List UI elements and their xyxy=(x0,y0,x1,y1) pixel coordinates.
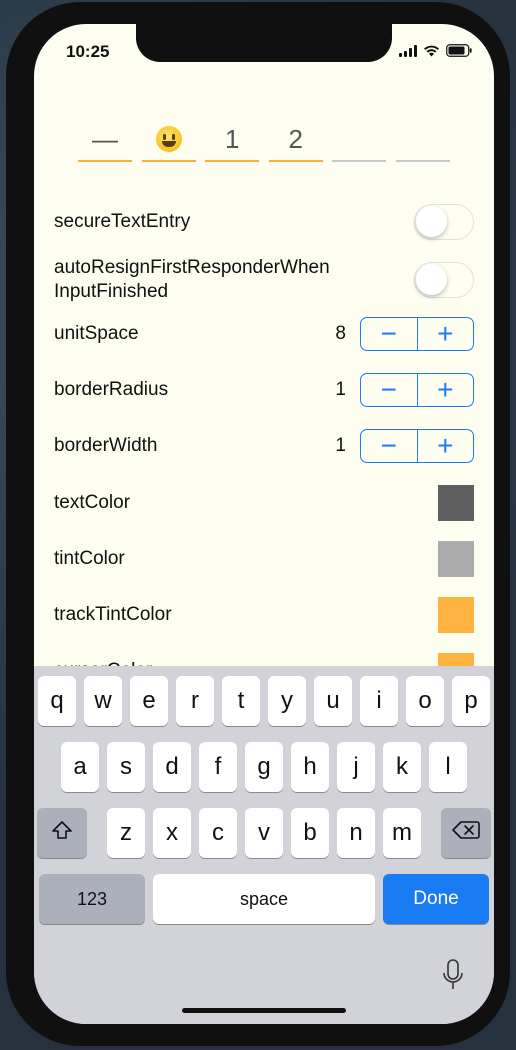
code-input[interactable]: — 1 2 xyxy=(78,116,450,162)
decrement-button[interactable]: − xyxy=(361,318,418,350)
border-radius-stepper: − + xyxy=(360,373,474,407)
key-t[interactable]: t xyxy=(222,676,260,726)
setting-tint-color: tintColor xyxy=(54,540,474,578)
unit-space-stepper: − + xyxy=(360,317,474,351)
key-f[interactable]: f xyxy=(199,742,237,792)
code-cell-1[interactable]: — xyxy=(78,116,132,162)
toggle-knob xyxy=(416,264,447,295)
setting-label: tintColor xyxy=(54,548,125,569)
keyboard-row-4: 123 space Done xyxy=(34,874,494,924)
phone-frame: 10:25 — 1 2 secureTextEntry autoResignFi… xyxy=(6,2,510,1046)
setting-track-tint-color: trackTintColor xyxy=(54,596,474,634)
battery-icon xyxy=(446,44,472,57)
code-cell-5[interactable] xyxy=(332,116,387,162)
key-w[interactable]: w xyxy=(84,676,122,726)
key-e[interactable]: e xyxy=(130,676,168,726)
delete-key[interactable] xyxy=(441,808,491,858)
setting-label: textColor xyxy=(54,492,131,513)
keyboard-row-3: z x c v b n m xyxy=(34,808,494,858)
status-time: 10:25 xyxy=(66,42,110,61)
tint-color-swatch[interactable] xyxy=(438,541,474,577)
shift-icon xyxy=(51,819,73,847)
key-o[interactable]: o xyxy=(406,676,444,726)
decrement-button[interactable]: − xyxy=(361,374,418,406)
key-m[interactable]: m xyxy=(383,808,421,858)
key-p[interactable]: p xyxy=(452,676,490,726)
code-cell-6[interactable] xyxy=(395,116,450,162)
grinning-face-emoji-icon xyxy=(155,126,182,152)
shift-key[interactable] xyxy=(37,808,87,858)
microphone-icon[interactable] xyxy=(442,958,464,997)
wifi-icon xyxy=(423,45,440,57)
setting-border-radius: borderRadius 1 − + xyxy=(54,372,474,408)
key-b[interactable]: b xyxy=(291,808,329,858)
key-l[interactable]: l xyxy=(429,742,467,792)
code-cell-4[interactable]: 2 xyxy=(268,116,323,162)
home-indicator xyxy=(182,1008,346,1013)
setting-label: borderWidth xyxy=(54,435,158,456)
increment-button[interactable]: + xyxy=(418,430,474,462)
unit-space-value: 8 xyxy=(335,323,346,344)
key-g[interactable]: g xyxy=(245,742,283,792)
setting-label: borderRadius xyxy=(54,379,169,400)
setting-border-width: borderWidth 1 − + xyxy=(54,428,474,464)
delete-icon xyxy=(452,819,480,847)
setting-label: unitSpace xyxy=(54,323,139,344)
app-screen: 10:25 — 1 2 secureTextEntry autoResignFi… xyxy=(34,24,494,1024)
signal-icon xyxy=(399,44,417,57)
notch xyxy=(136,24,392,62)
setting-label: secureTextEntry xyxy=(54,211,191,232)
decrement-button[interactable]: − xyxy=(361,430,418,462)
border-radius-value: 1 xyxy=(335,379,346,400)
track-tint-color-swatch[interactable] xyxy=(438,597,474,633)
key-z[interactable]: z xyxy=(107,808,145,858)
border-width-value: 1 xyxy=(335,435,346,456)
key-v[interactable]: v xyxy=(245,808,283,858)
key-s[interactable]: s xyxy=(107,742,145,792)
increment-button[interactable]: + xyxy=(418,318,474,350)
setting-text-color: textColor xyxy=(54,484,474,522)
setting-label: autoResignFirstResponderWhen InputFinish… xyxy=(54,257,330,302)
key-n[interactable]: n xyxy=(337,808,375,858)
key-y[interactable]: y xyxy=(268,676,306,726)
border-width-stepper: − + xyxy=(360,429,474,463)
text-color-swatch[interactable] xyxy=(438,485,474,521)
done-key[interactable]: Done xyxy=(383,874,489,924)
key-r[interactable]: r xyxy=(176,676,214,726)
key-h[interactable]: h xyxy=(291,742,329,792)
code-cell-3[interactable]: 1 xyxy=(205,116,260,162)
key-c[interactable]: c xyxy=(199,808,237,858)
key-i[interactable]: i xyxy=(360,676,398,726)
key-u[interactable]: u xyxy=(314,676,352,726)
increment-button[interactable]: + xyxy=(418,374,474,406)
key-d[interactable]: d xyxy=(153,742,191,792)
setting-auto-resign: autoResignFirstResponderWhen InputFinish… xyxy=(54,254,474,306)
setting-secure-text-entry: secureTextEntry xyxy=(54,202,474,242)
keyboard: q w e r t y u i o p a s d f g h j k l z … xyxy=(34,666,494,1024)
keyboard-row-1: q w e r t y u i o p xyxy=(34,676,494,726)
toggle-knob xyxy=(416,206,447,237)
setting-label: trackTintColor xyxy=(54,604,172,625)
setting-unit-space: unitSpace 8 − + xyxy=(54,316,474,352)
space-key[interactable]: space xyxy=(153,874,375,924)
key-x[interactable]: x xyxy=(153,808,191,858)
status-icons xyxy=(399,44,472,57)
key-k[interactable]: k xyxy=(383,742,421,792)
numbers-key[interactable]: 123 xyxy=(39,874,145,924)
auto-resign-toggle[interactable] xyxy=(414,262,474,298)
keyboard-row-2: a s d f g h j k l xyxy=(34,742,494,792)
code-cell-2[interactable] xyxy=(141,116,196,162)
secure-text-entry-toggle[interactable] xyxy=(414,204,474,240)
key-a[interactable]: a xyxy=(61,742,99,792)
key-j[interactable]: j xyxy=(337,742,375,792)
key-q[interactable]: q xyxy=(38,676,76,726)
